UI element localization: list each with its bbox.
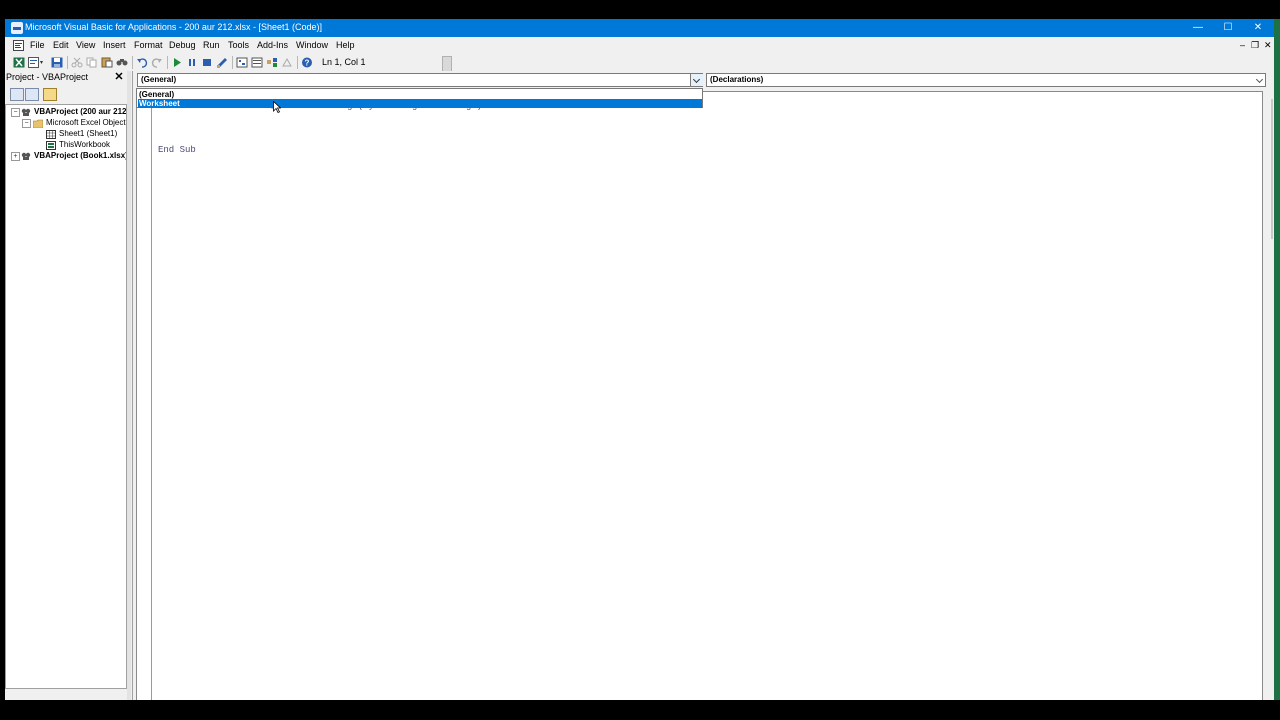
redo-icon[interactable] [151,57,163,68]
vba-project-icon [21,152,31,160]
toolbar-separator [132,56,133,69]
vertical-scroll-thumb[interactable] [1271,99,1273,239]
tree-label: Microsoft Excel Objects [46,118,127,127]
procedure-combo[interactable]: (Declarations) [706,73,1266,87]
project-tree: − VBAProject (200 aur 212.xlsx) − Micros… [5,104,127,689]
project-explorer-toolbar [5,85,127,103]
object-combo[interactable]: (General) [137,73,703,87]
dropdown-option-worksheet[interactable]: Worksheet [138,99,702,108]
workbook-icon [46,141,56,150]
menu-view[interactable]: View [76,40,95,50]
chevron-down-icon[interactable] [1255,74,1265,86]
background-app-edge [1274,19,1280,700]
toolbar-separator [297,56,298,69]
view-code-icon[interactable] [10,88,24,101]
project-explorer-icon[interactable] [236,57,248,68]
code-editor[interactable]: Private Sub Worksheet_SelectionChange(By… [136,91,1263,700]
excel-icon[interactable] [13,57,25,68]
collapse-icon[interactable]: − [11,108,20,117]
toolbar-grip-handle[interactable] [442,56,452,72]
procedure-combo-value: (Declarations) [710,75,764,84]
menu-file[interactable]: File [30,40,45,50]
svg-text:?: ? [305,59,310,68]
toolbar-separator [232,56,233,69]
code-window-icon[interactable] [13,40,24,51]
collapse-icon[interactable]: − [22,119,31,128]
undo-icon[interactable] [136,57,148,68]
menu-help[interactable]: Help [336,40,355,50]
mdi-close-button[interactable]: ✕ [1264,40,1272,51]
help-icon[interactable]: ? [301,57,313,68]
mdi-restore-button[interactable]: ❐ [1251,40,1259,51]
menu-insert[interactable]: Insert [103,40,126,50]
project-explorer-title: Project - VBAProject [6,72,89,82]
properties-icon[interactable] [251,57,263,68]
menu-add-ins[interactable]: Add-Ins [257,40,288,50]
reset-icon[interactable] [201,57,213,68]
object-browser-icon[interactable] [266,57,278,68]
copy-icon[interactable] [86,57,98,68]
menu-edit[interactable]: Edit [53,40,69,50]
menu-debug[interactable]: Debug [169,40,196,50]
cursor-position-status: Ln 1, Col 1 [322,57,366,67]
insert-module-icon[interactable] [28,57,44,68]
expand-icon[interactable]: + [11,152,20,161]
object-combo-value: (General) [141,75,177,84]
standard-toolbar: ? Ln 1, Col 1 [5,54,455,72]
folder-icon [33,119,43,128]
screen-top-band [0,0,1280,19]
toolbar-separator [67,56,68,69]
vbe-window: Microsoft Visual Basic for Applications … [5,19,1274,700]
menu-format[interactable]: Format [134,40,163,50]
dropdown-option-general[interactable]: (General) [138,90,702,99]
menu-tools[interactable]: Tools [228,40,249,50]
toolbar-separator [167,56,168,69]
design-mode-icon[interactable] [216,57,228,68]
paste-icon[interactable] [101,57,113,68]
tree-label: VBAProject (200 aur 212.xlsx) [34,107,127,116]
window-title: Microsoft Visual Basic for Applications … [25,22,322,32]
project-explorer-pane: Project - VBAProject ✕ − VBAProject (200… [5,71,127,699]
mdi-minimize-button[interactable]: – [1240,40,1245,50]
cut-icon[interactable] [71,57,83,68]
title-bar[interactable]: Microsoft Visual Basic for Applications … [5,19,1274,37]
close-pane-icon[interactable]: ✕ [113,71,125,83]
pane-splitter[interactable] [127,71,131,700]
screen-bottom-band [0,700,1280,720]
find-icon[interactable] [116,57,128,68]
break-icon[interactable] [186,57,198,68]
save-icon[interactable] [51,57,63,68]
worksheet-icon [46,130,56,139]
project-explorer-title-bar[interactable]: Project - VBAProject ✕ [5,71,127,84]
tree-label: ThisWorkbook [59,140,110,149]
toggle-folders-icon[interactable] [43,88,57,101]
menu-run[interactable]: Run [203,40,220,50]
close-window-button[interactable]: ✕ [1243,19,1273,37]
mouse-pointer-icon [273,101,281,113]
menu-window[interactable]: Window [296,40,328,50]
menu-bar: File Edit View Insert Format Debug Run T… [5,37,1274,54]
tree-label: VBAProject (Book1.xlsx) [34,151,127,160]
minimize-button[interactable]: — [1183,19,1213,37]
view-object-icon[interactable] [25,88,39,101]
code-window: (General) (Declarations) Private Sub Wor… [132,71,1274,700]
vba-app-icon[interactable] [11,22,23,34]
toolbox-icon[interactable] [281,57,293,68]
chevron-down-icon[interactable] [690,74,703,86]
code-margin[interactable] [137,92,152,700]
run-icon[interactable] [171,57,183,68]
code-line[interactable]: End Sub [158,145,196,155]
vba-project-icon [21,108,31,116]
tree-label: Sheet1 (Sheet1) [59,129,118,138]
object-dropdown-list: (General) Worksheet [136,88,703,108]
maximize-button[interactable]: ☐ [1213,19,1243,37]
